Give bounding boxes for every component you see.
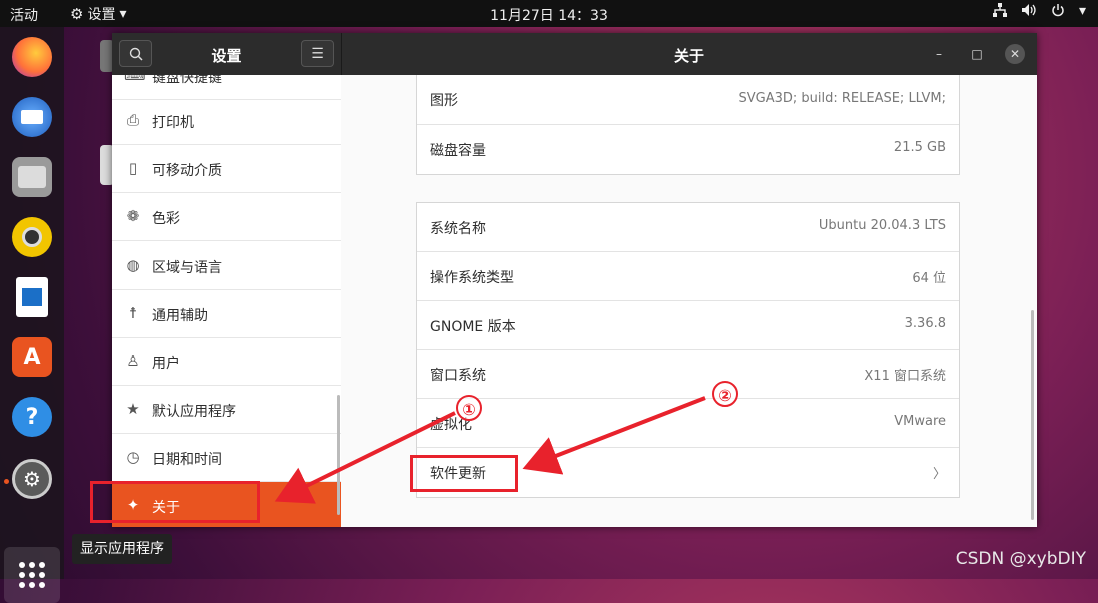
annotation-marker-2: ② (712, 381, 738, 407)
watermark: CSDN @xybDIY (955, 549, 1086, 569)
annotation-arrow-1 (274, 411, 456, 504)
annotation-arrows (274, 396, 706, 504)
annotation-arrow-2 (522, 396, 706, 475)
annotation-marker-1: ① (456, 395, 482, 421)
